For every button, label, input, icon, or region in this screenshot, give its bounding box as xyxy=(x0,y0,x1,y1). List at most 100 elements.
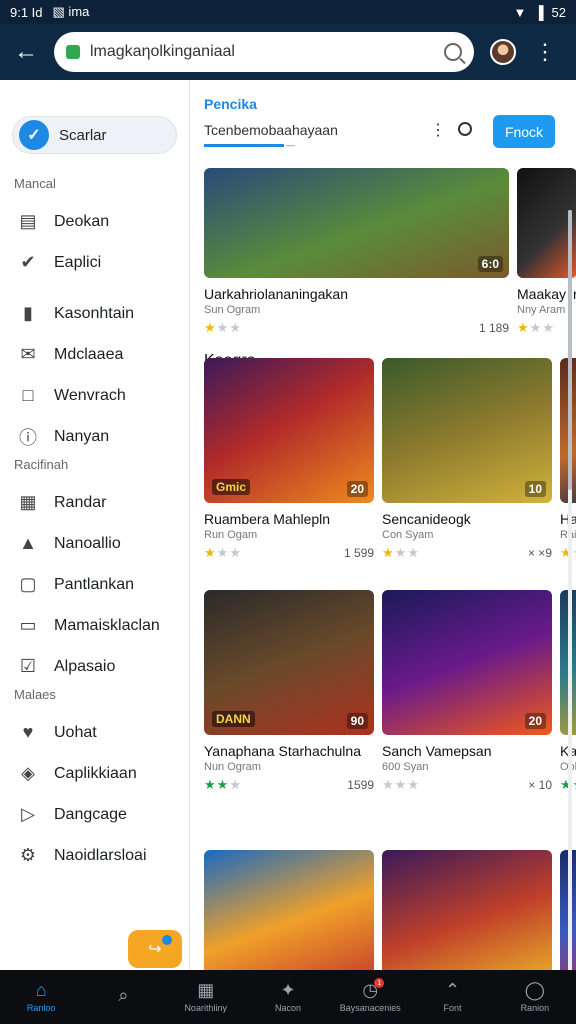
game-thumbnail[interactable]: 20 Gmic xyxy=(204,358,374,503)
sidebar-item[interactable]: ▭ Mamaisklaclan xyxy=(0,605,189,646)
game-title[interactable]: Yanaphana Starhachulna xyxy=(204,743,374,759)
thumbnail-badge: 20 xyxy=(524,713,546,729)
status-bar: 9:1 Id ▧ ima ▼ ▐ 52 xyxy=(0,0,576,24)
back-arrow-icon[interactable]: ← xyxy=(8,34,44,70)
battery-level: 52 xyxy=(551,4,566,20)
scrollbar-thumb[interactable] xyxy=(568,210,572,490)
star-icon: ★ xyxy=(204,777,217,792)
sidebar-item[interactable]: ▷ Dangcage xyxy=(0,794,189,835)
sidebar-item-label: Nanyan xyxy=(54,427,110,445)
status-icons-left: ▧ ima xyxy=(52,4,90,19)
sidebar-item[interactable]: ◈ Caplikkiaan xyxy=(0,753,189,794)
star-icon: ★ xyxy=(573,545,576,560)
bottom-nav-label: Baysanacenies xyxy=(339,1003,401,1013)
game-card[interactable]: 20 Gmic Ruambera Mahlepln Run Ogam ★★★ 1 599 xyxy=(204,358,374,561)
sidebar-item[interactable]: □ Wenvrach xyxy=(0,375,189,416)
avatar[interactable] xyxy=(490,39,516,65)
bottom-nav-item[interactable]: ⌕ xyxy=(82,970,164,1024)
check-circle-icon: ✔ xyxy=(20,252,36,272)
home-icon: ⌂ xyxy=(35,980,47,1000)
primary-action-button[interactable]: Fnock xyxy=(493,115,555,148)
video-icon: ▷ xyxy=(21,804,35,824)
sidebar-item[interactable]: ☑ Alpasaio xyxy=(0,646,189,687)
game-thumbnail[interactable]: 90 DANN xyxy=(204,590,374,735)
sidebar-item-label: Deokan xyxy=(54,212,110,230)
sidebar-item[interactable]: ✔ Eaplici xyxy=(0,242,189,283)
game-card[interactable]: 20 Sanch Vamepsan 600 Syan ★★★ × 10 xyxy=(382,590,552,793)
sidebar-item[interactable]: ▤ Deokan xyxy=(0,201,189,242)
rating-count: 1599 xyxy=(347,778,374,792)
sidebar-item[interactable]: ▮ Kasonhtain xyxy=(0,293,189,334)
game-logo: Gmic xyxy=(212,479,251,495)
bottom-navigation: ⌂ Ranloo ⌕ ▦ Noarithliny ✦ Nacon ◷ Baysanacenies… xyxy=(0,970,576,1024)
address-bar[interactable]: lmagkaηolkinganiaal xyxy=(54,32,474,72)
bottom-nav-item[interactable]: ✦ Nacon xyxy=(247,970,329,1024)
url-text[interactable]: lmagkaηolkinganiaal xyxy=(90,43,434,61)
game-thumbnail[interactable] xyxy=(204,850,374,970)
game-card[interactable] xyxy=(204,850,374,970)
search-icon[interactable] xyxy=(458,122,472,136)
game-thumbnail[interactable]: 6:0 xyxy=(204,168,509,278)
thumbnail-badge: 10 xyxy=(524,481,546,497)
game-title[interactable]: Sanch Vamepsan xyxy=(382,743,552,759)
mail-icon: ✉ xyxy=(20,344,36,364)
more-vertical-icon[interactable]: ⋮ xyxy=(430,120,446,140)
heart-icon: ♥ xyxy=(22,722,34,742)
game-thumbnail[interactable] xyxy=(382,850,552,970)
star-icon: ★ xyxy=(382,545,395,560)
sidebar-item-label: Pantlankan xyxy=(54,575,135,593)
game-meta: ★★★ 1 189 xyxy=(204,320,509,336)
game-thumbnail[interactable]: 10 xyxy=(382,358,552,503)
status-time: 9:1 Id xyxy=(10,4,43,20)
star-icon: ★ xyxy=(382,777,395,792)
game-card[interactable]: 6:0 Uarkahriolananingakan Sun Ogram ★★★ 1 18… xyxy=(204,168,509,336)
search-icon[interactable] xyxy=(444,43,462,61)
thumbnail-badge: 90 xyxy=(346,713,368,729)
bottom-nav-item[interactable]: ▦ Noarithliny xyxy=(165,970,247,1024)
game-title[interactable]: Uarkahriolananingakan xyxy=(204,286,509,302)
browser-toolbar: ← lmagkaηolkinganiaal ⋮ xyxy=(0,24,576,80)
game-card[interactable] xyxy=(382,850,552,970)
bottom-nav-label: Font xyxy=(443,1003,462,1013)
search-icon: ⌕ xyxy=(118,985,129,1005)
floating-action-button[interactable]: ↪ xyxy=(128,930,182,968)
bottom-nav-item[interactable]: ⌃ Font xyxy=(411,970,493,1024)
bottom-nav-label: Nacon xyxy=(274,1003,301,1013)
sidebar-item[interactable]: ✉ Mdclaaea xyxy=(0,334,189,375)
sidebar-item[interactable]: ▦ Randar xyxy=(0,482,189,523)
bottom-nav-item[interactable]: ◷ Baysanacenies 1 xyxy=(329,970,411,1024)
store-icon: ⌃ xyxy=(445,980,461,1000)
star-rating: ★★★ xyxy=(204,320,242,336)
sidebar-item[interactable]: ⓘ Nanyan xyxy=(0,416,189,457)
sidebar-item[interactable]: ♥ Uohat xyxy=(0,712,189,753)
profile-icon: ◯ xyxy=(524,980,545,1000)
sidebar-item-label: Eaplici xyxy=(54,253,102,271)
game-meta: ★★★ 1599 xyxy=(204,777,374,793)
section-subtitle: Tcenbemobaahayaan xyxy=(204,122,338,138)
notification-dot xyxy=(162,935,172,945)
game-title[interactable]: Ruambera Mahlepln xyxy=(204,511,374,527)
star-icon: ★ xyxy=(204,545,217,560)
rating-count: × 10 xyxy=(528,778,552,792)
sidebar-item[interactable]: ⚙ Naoidlarsloai xyxy=(0,835,189,876)
sidebar-item-label: Mdclaaea xyxy=(54,345,124,363)
game-title[interactable]: Sencanideogk xyxy=(382,511,552,527)
game-row: 90 DANN Yanaphana Starhachulna Nun Ogram ★★★… xyxy=(204,590,576,793)
sidebar-item-label: Nanoallio xyxy=(54,534,121,552)
sidebar-item-label: Naoidlarsloai xyxy=(54,846,147,864)
rating-count: × ×9 xyxy=(527,546,552,560)
bookmark-icon: ▮ xyxy=(23,303,33,323)
game-card[interactable]: 10 Sencanideogk Con Syam ★★★ × ×9 xyxy=(382,358,552,561)
game-meta: ★★★ × ×9 xyxy=(382,545,552,561)
game-thumbnail[interactable]: 20 xyxy=(382,590,552,735)
star-icon: ★ xyxy=(216,545,230,560)
more-options-icon[interactable]: ⋮ xyxy=(534,41,556,63)
sidebar-item[interactable]: ▲ Nanoallio xyxy=(0,523,189,564)
bottom-nav-item[interactable]: ⌂ Ranloo xyxy=(0,970,82,1024)
developer-name: Nun Ogram xyxy=(204,761,261,773)
sidebar-item[interactable]: ▢ Pantlankan xyxy=(0,564,189,605)
sidebar-search[interactable]: ✓ Scarlar xyxy=(12,116,177,154)
thumbnail-badge: 6:0 xyxy=(477,256,503,272)
game-card[interactable]: 90 DANN Yanaphana Starhachulna Nun Ogram ★★★… xyxy=(204,590,374,793)
bottom-nav-item[interactable]: ◯ Ranion xyxy=(494,970,576,1024)
